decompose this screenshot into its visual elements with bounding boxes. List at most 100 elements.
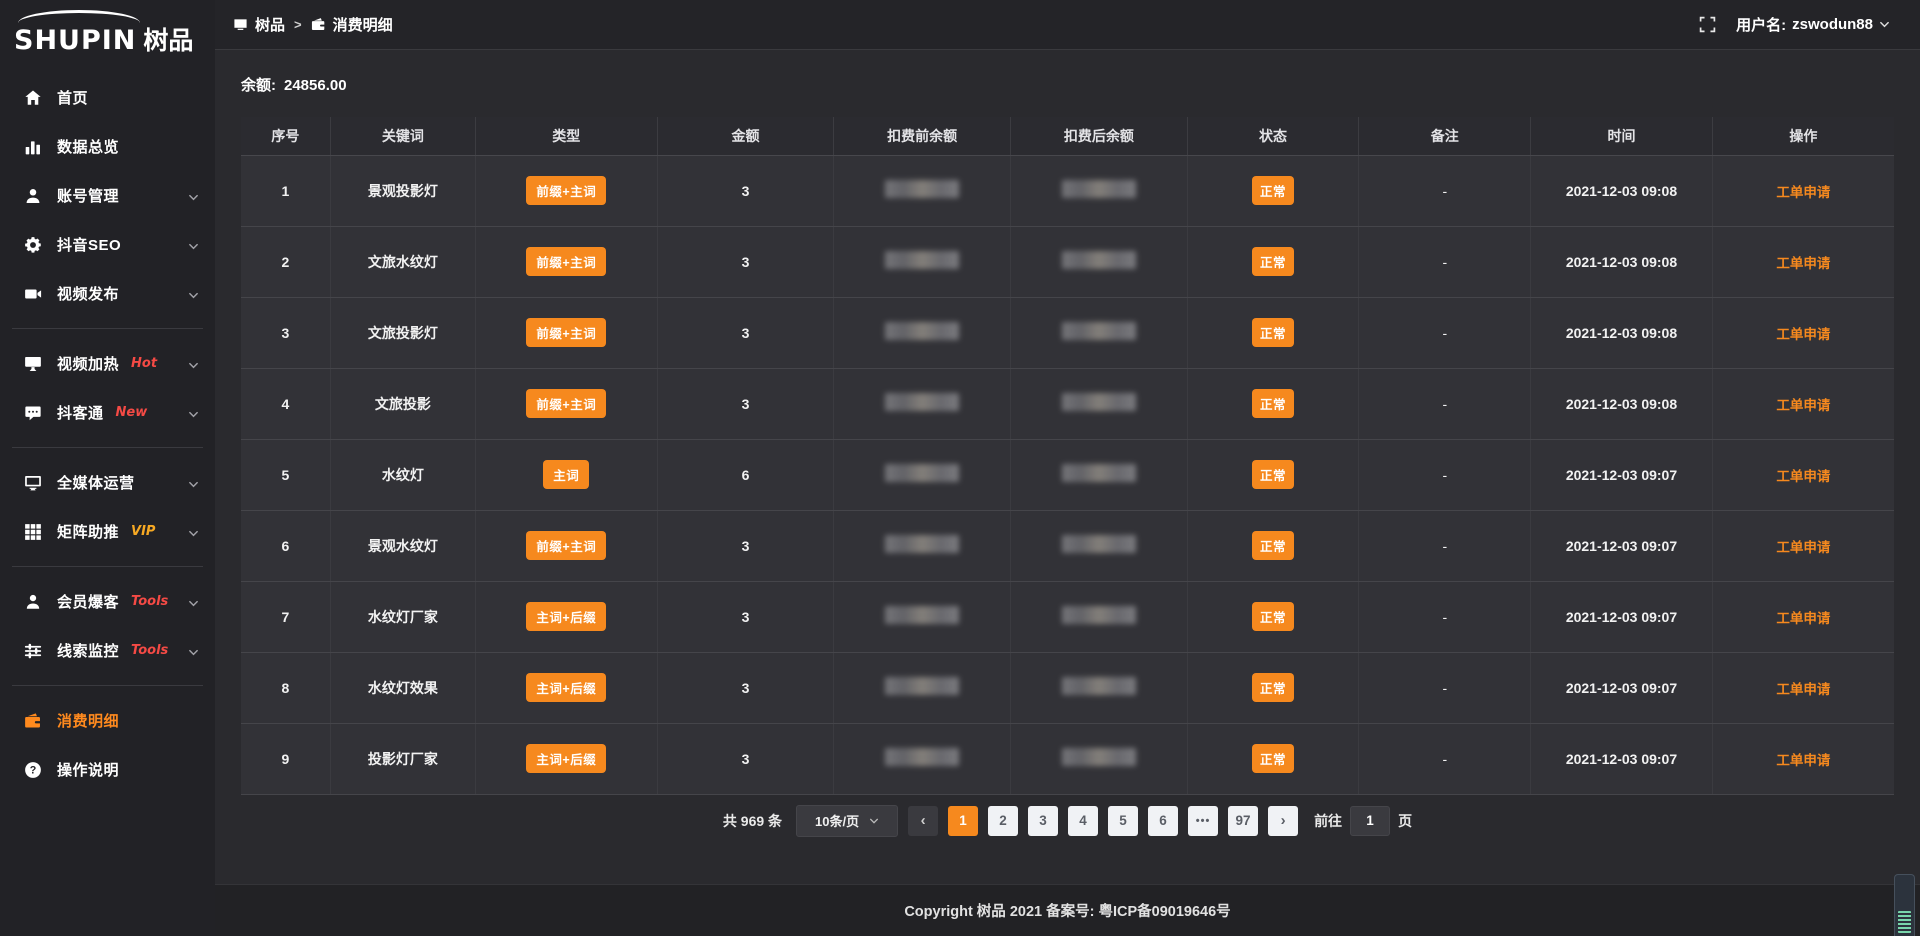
- cell-type: 主词+后缀: [475, 723, 657, 794]
- cell-type: 前缀+主词: [475, 368, 657, 439]
- cell-time: 2021-12-03 09:07: [1531, 723, 1713, 794]
- cell-no: 5: [241, 439, 330, 510]
- chevron-down-icon: [188, 358, 199, 369]
- sidebar-menu: 首页数据总览账号管理抖音SEO视频发布视频加热Hot抖客通New 全媒体运营矩阵助…: [0, 73, 215, 794]
- work-order-link[interactable]: 工单申请: [1776, 611, 1830, 626]
- page-button-5[interactable]: 5: [1108, 806, 1138, 836]
- chevron-down-icon: [188, 526, 199, 537]
- balance-value: 24856.00: [284, 77, 347, 94]
- cell-type: 前缀+主词: [475, 297, 657, 368]
- video-camera-icon: [24, 285, 42, 303]
- column-header-扣费后余额: 扣费后余额: [1011, 117, 1188, 155]
- work-order-link[interactable]: 工单申请: [1776, 753, 1830, 768]
- cell-status: 正常: [1187, 439, 1359, 510]
- menu-divider: [12, 566, 203, 567]
- masked-balance: [885, 393, 959, 411]
- next-page-button[interactable]: ›: [1268, 806, 1298, 836]
- page-button-1[interactable]: 1: [948, 806, 978, 836]
- page-size-select[interactable]: 10条/页: [796, 805, 898, 837]
- cell-post-balance: [1011, 297, 1188, 368]
- cell-action: 工单申请: [1712, 723, 1894, 794]
- username-value: zswodun88: [1792, 16, 1873, 33]
- cell-time: 2021-12-03 09:07: [1531, 439, 1713, 510]
- menu-divider: [12, 685, 203, 686]
- sidebar-item-会员爆客[interactable]: 会员爆客Tools: [0, 577, 215, 626]
- screen-icon: [24, 474, 42, 492]
- page-button-3[interactable]: 3: [1028, 806, 1058, 836]
- sidebar-item-抖客通[interactable]: 抖客通New: [0, 388, 215, 437]
- sidebar-item-视频加热[interactable]: 视频加热Hot: [0, 339, 215, 388]
- cell-time: 2021-12-03 09:08: [1531, 155, 1713, 226]
- page-ellipsis[interactable]: •••: [1188, 806, 1218, 836]
- type-badge: 主词+后缀: [526, 744, 606, 773]
- masked-balance: [885, 464, 959, 482]
- cell-no: 3: [241, 297, 330, 368]
- type-badge: 主词+后缀: [526, 602, 606, 631]
- chat-icon: [24, 404, 42, 422]
- pagination: 共 969 条 10条/页 ‹ 123456•••97 › 前往 页: [241, 805, 1894, 837]
- sidebar-item-首页[interactable]: 首页: [0, 73, 215, 122]
- sliders-icon: [24, 642, 42, 660]
- masked-balance: [1062, 393, 1136, 411]
- masked-balance: [1062, 180, 1136, 198]
- user-menu[interactable]: 用户名: zswodun88: [1736, 14, 1890, 35]
- cell-post-balance: [1011, 155, 1188, 226]
- work-order-link[interactable]: 工单申请: [1776, 185, 1830, 200]
- sidebar-item-badge: Tools: [131, 594, 168, 609]
- cell-status: 正常: [1187, 581, 1359, 652]
- floating-widget[interactable]: [1894, 874, 1915, 936]
- work-order-link[interactable]: 工单申请: [1776, 540, 1830, 555]
- table-row: 8水纹灯效果主词+后缀3正常-2021-12-03 09:07工单申请: [241, 652, 1894, 723]
- sidebar-item-label: 数据总览: [57, 136, 119, 157]
- cell-pre-balance: [834, 297, 1011, 368]
- cell-note: -: [1359, 652, 1531, 723]
- fullscreen-icon[interactable]: [1699, 16, 1716, 33]
- sidebar-item-账号管理[interactable]: 账号管理: [0, 171, 215, 220]
- work-order-link[interactable]: 工单申请: [1776, 398, 1830, 413]
- username-label: 用户名:: [1736, 14, 1786, 35]
- page-button-2[interactable]: 2: [988, 806, 1018, 836]
- sidebar-item-消费明细[interactable]: 消费明细: [0, 696, 215, 745]
- masked-balance: [885, 535, 959, 553]
- sidebar-item-全媒体运营[interactable]: 全媒体运营: [0, 458, 215, 507]
- cell-post-balance: [1011, 226, 1188, 297]
- cell-status: 正常: [1187, 226, 1359, 297]
- work-order-link[interactable]: 工单申请: [1776, 469, 1830, 484]
- cell-no: 2: [241, 226, 330, 297]
- cell-status: 正常: [1187, 652, 1359, 723]
- goto-page-input[interactable]: [1350, 806, 1390, 836]
- work-order-link[interactable]: 工单申请: [1776, 682, 1830, 697]
- cell-pre-balance: [834, 581, 1011, 652]
- cell-keyword: 水纹灯: [330, 439, 475, 510]
- page-button-97[interactable]: 97: [1228, 806, 1258, 836]
- masked-balance: [1062, 535, 1136, 553]
- logo-text-en: SHUPIN: [14, 25, 136, 56]
- column-header-扣费前余额: 扣费前余额: [834, 117, 1011, 155]
- page-button-4[interactable]: 4: [1068, 806, 1098, 836]
- sidebar-item-线索监控[interactable]: 线索监控Tools: [0, 626, 215, 675]
- cell-pre-balance: [834, 439, 1011, 510]
- sidebar-item-矩阵助推[interactable]: 矩阵助推VIP: [0, 507, 215, 556]
- page-buttons: 123456 ••• 97: [948, 806, 1258, 836]
- sidebar-item-抖音SEO[interactable]: 抖音SEO: [0, 220, 215, 269]
- table-body: 1景观投影灯前缀+主词3正常-2021-12-03 09:08工单申请2文旅水纹…: [241, 155, 1894, 794]
- sidebar-item-视频发布[interactable]: 视频发布: [0, 269, 215, 318]
- cell-post-balance: [1011, 510, 1188, 581]
- svg-text:?: ?: [30, 764, 37, 776]
- cell-status: 正常: [1187, 155, 1359, 226]
- prev-page-button[interactable]: ‹: [908, 806, 938, 836]
- cell-time: 2021-12-03 09:08: [1531, 297, 1713, 368]
- wallet-icon: [311, 17, 326, 32]
- sidebar-item-数据总览[interactable]: 数据总览: [0, 122, 215, 171]
- cell-action: 工单申请: [1712, 439, 1894, 510]
- cell-action: 工单申请: [1712, 368, 1894, 439]
- cell-post-balance: [1011, 439, 1188, 510]
- work-order-link[interactable]: 工单申请: [1776, 256, 1830, 271]
- page-button-6[interactable]: 6: [1148, 806, 1178, 836]
- breadcrumb-item-树品[interactable]: 树品: [233, 14, 285, 35]
- breadcrumb-item-消费明细[interactable]: 消费明细: [311, 14, 393, 35]
- cell-note: -: [1359, 297, 1531, 368]
- sidebar-item-操作说明[interactable]: ?操作说明: [0, 745, 215, 794]
- work-order-link[interactable]: 工单申请: [1776, 327, 1830, 342]
- cell-keyword: 文旅投影灯: [330, 297, 475, 368]
